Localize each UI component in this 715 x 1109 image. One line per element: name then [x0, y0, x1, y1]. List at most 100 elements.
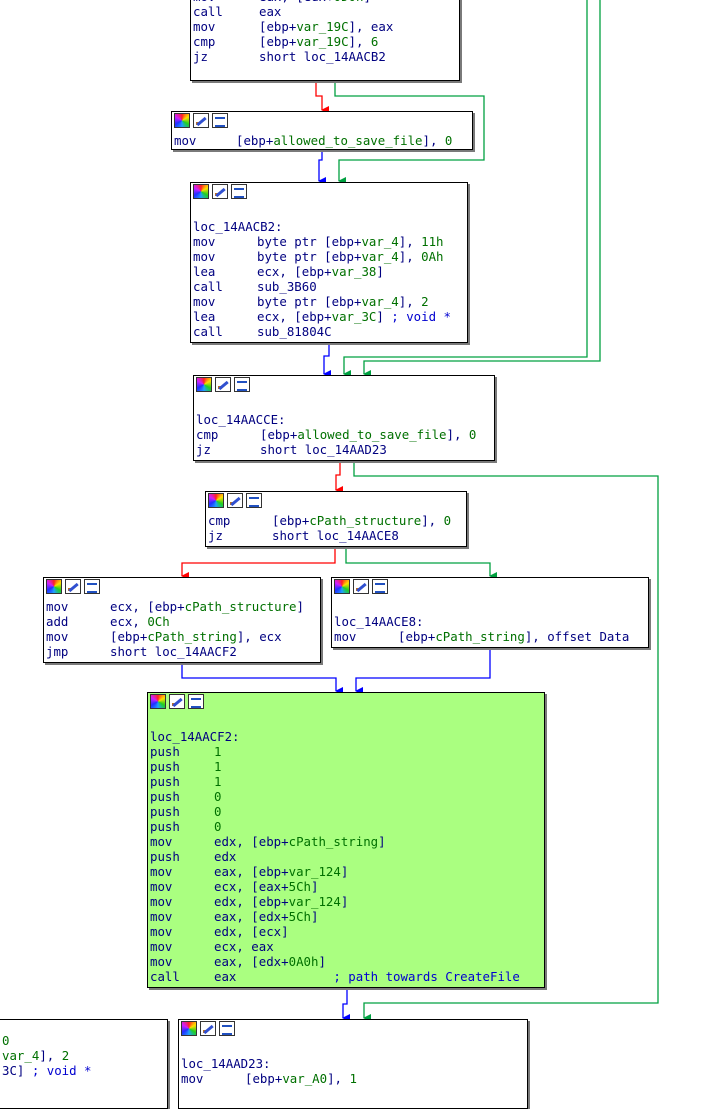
- operand-name: var_19C: [296, 34, 349, 49]
- operand-text: ecx,: [110, 614, 148, 629]
- edit-rename-icon[interactable]: [215, 377, 231, 392]
- instruction-operands: sub_3B60: [257, 279, 317, 294]
- instruction-mnemonic: mov: [150, 834, 173, 849]
- edit-rename-icon[interactable]: [65, 579, 81, 594]
- operand-text: ],: [39, 1048, 62, 1063]
- operand-text: [ebp+: [272, 513, 310, 528]
- operand-text: ecx, [ebp+: [110, 599, 185, 614]
- asm-line[interactable]: loc_14AACB2:: [193, 219, 283, 234]
- instruction-operands: 1: [214, 774, 221, 789]
- block-loc-14AACF2[interactable]: loc_14AACF2: push 1 push 1 push 1 push 0 push 0 pus…: [147, 692, 545, 988]
- edge-false: [315, 81, 329, 114]
- edit-rename-icon[interactable]: [212, 184, 228, 199]
- operand-text: ]: [376, 264, 384, 279]
- operand-text: eax: [214, 969, 334, 984]
- instruction-operands: ecx, eax: [214, 939, 274, 954]
- instruction-mnemonic: push: [150, 774, 180, 789]
- instruction-mnemonic: push: [150, 819, 180, 834]
- block-set-flag[interactable]: mov [ebp+allowed_to_save_file], 0: [171, 111, 473, 150]
- instruction-mnemonic: call: [193, 324, 223, 339]
- asm-line[interactable]: loc_14AAD23:: [181, 1056, 271, 1071]
- instruction-mnemonic: mov: [193, 19, 216, 34]
- block-loc-14AACE8[interactable]: loc_14AACE8: mov [ebp+cPath_string], offse…: [331, 577, 649, 648]
- instruction-mnemonic: mov: [150, 879, 173, 894]
- instruction-operands: [ebp+allowed_to_save_file], 0: [260, 427, 476, 442]
- switch-view-icon[interactable]: [212, 113, 228, 128]
- instruction-operands: short loc_14AACB2: [259, 49, 386, 64]
- operand-text: [ebp+: [110, 629, 148, 644]
- switch-view-icon[interactable]: [234, 377, 250, 392]
- operand-text: sub_3B60: [257, 279, 317, 294]
- operand-text: ], ecx: [236, 629, 282, 644]
- operand-name: cPath_string: [147, 629, 237, 644]
- instruction-operands: eax: [259, 4, 281, 19]
- instruction-operands: [ebp+allowed_to_save_file], 0: [236, 133, 452, 148]
- instruction-operands: 0: [214, 804, 221, 819]
- code-label[interactable]: loc_14AAD23:: [181, 1056, 271, 1071]
- operand-name: cPath_structure: [309, 513, 422, 528]
- code-label[interactable]: loc_14AACB2:: [193, 219, 283, 234]
- code-label[interactable]: loc_14AACCE:: [196, 412, 286, 427]
- graph-color-icon[interactable]: [196, 377, 212, 392]
- asm-line[interactable]: loc_14AACE8:: [334, 614, 424, 629]
- instruction-mnemonic: mov: [174, 133, 197, 148]
- instruction-mnemonic: mov: [150, 894, 173, 909]
- operand-name: var_4: [2, 1048, 40, 1063]
- asm-comment: ; path towards CreateFile: [333, 969, 520, 984]
- instruction-operands: eax, [edx+5Ch]: [214, 909, 318, 924]
- code-label[interactable]: loc_14AACE8:: [334, 614, 424, 629]
- asm-line[interactable]: loc_14AACCE:: [196, 412, 286, 427]
- block-loc-14AACCE[interactable]: loc_14AACCE: cmp [ebp+allowed_to_save_file…: [193, 375, 495, 461]
- switch-view-icon[interactable]: [219, 1021, 235, 1036]
- operand-name: 0D0h: [334, 0, 364, 4]
- block-path-from-structure[interactable]: mov ecx, [ebp+cPath_structure] add ecx, 0Ch…: [43, 577, 321, 663]
- switch-view-icon[interactable]: [188, 694, 204, 709]
- graph-color-icon[interactable]: [150, 694, 166, 709]
- operand-name: 0Ch: [147, 614, 170, 629]
- edit-rename-icon[interactable]: [169, 694, 185, 709]
- graph-color-icon[interactable]: [208, 493, 224, 508]
- edit-rename-icon[interactable]: [353, 579, 369, 594]
- operand-text: ]: [340, 864, 349, 879]
- instruction-mnemonic: push: [150, 804, 180, 819]
- operand-text: eax, [edx+: [214, 954, 289, 969]
- instruction-mnemonic: mov: [150, 864, 173, 879]
- switch-view-icon[interactable]: [372, 579, 388, 594]
- operand-name: 1: [349, 1071, 357, 1086]
- instruction-operands: short loc_14AACF2: [110, 644, 237, 659]
- operand-name: 1: [214, 744, 222, 759]
- graph-color-icon[interactable]: [174, 113, 190, 128]
- block-check-path[interactable]: cmp [ebp+cPath_structure], 0 jz short loc_1…: [205, 491, 467, 547]
- switch-view-icon[interactable]: [84, 579, 100, 594]
- operand-text: edx: [214, 849, 237, 864]
- operand-text: ], offset Data: [524, 629, 630, 644]
- operand-name: var_124: [288, 894, 341, 909]
- operand-text: ecx, eax: [214, 939, 274, 954]
- operand-text: sub_81804C: [257, 324, 332, 339]
- graph-color-icon[interactable]: [193, 184, 209, 199]
- graph-color-icon[interactable]: [181, 1021, 197, 1036]
- operand-name: 0A0h: [288, 954, 319, 969]
- instruction-mnemonic: jz: [196, 442, 211, 457]
- operand-text: edx, [ebp+: [214, 834, 289, 849]
- switch-view-icon[interactable]: [231, 184, 247, 199]
- operand-name: 0: [214, 819, 222, 834]
- edit-rename-icon[interactable]: [227, 493, 243, 508]
- graph-color-icon[interactable]: [334, 579, 350, 594]
- operand-text: [ebp+: [259, 34, 297, 49]
- graph-color-icon[interactable]: [46, 579, 62, 594]
- asm-line[interactable]: loc_14AACF2:: [150, 729, 240, 744]
- block-loc-14AACB2[interactable]: loc_14AACB2: mov byte ptr [ebp+var_4], 11h…: [190, 182, 468, 343]
- operand-text: ], eax: [348, 19, 394, 34]
- operand-text: eax, [ebp+: [214, 864, 289, 879]
- edit-rename-icon[interactable]: [193, 113, 209, 128]
- edge-unconditional: [323, 343, 331, 378]
- block-loc-14AAD23[interactable]: loc_14AAD23: mov [ebp+var_A0], 1: [178, 1019, 528, 1109]
- switch-view-icon[interactable]: [246, 493, 262, 508]
- instruction-mnemonic: push: [150, 744, 180, 759]
- edit-rename-icon[interactable]: [200, 1021, 216, 1036]
- code-label[interactable]: loc_14AACF2:: [150, 729, 240, 744]
- block-top[interactable]: moveax, [edx+0D0h]calleaxmov[ebp+var_19C…: [190, 0, 460, 81]
- block-partial-left[interactable]: 0 var_4], 2 3C] ; void *: [0, 1019, 168, 1109]
- instruction-operands: short loc_14AAD23: [260, 442, 387, 457]
